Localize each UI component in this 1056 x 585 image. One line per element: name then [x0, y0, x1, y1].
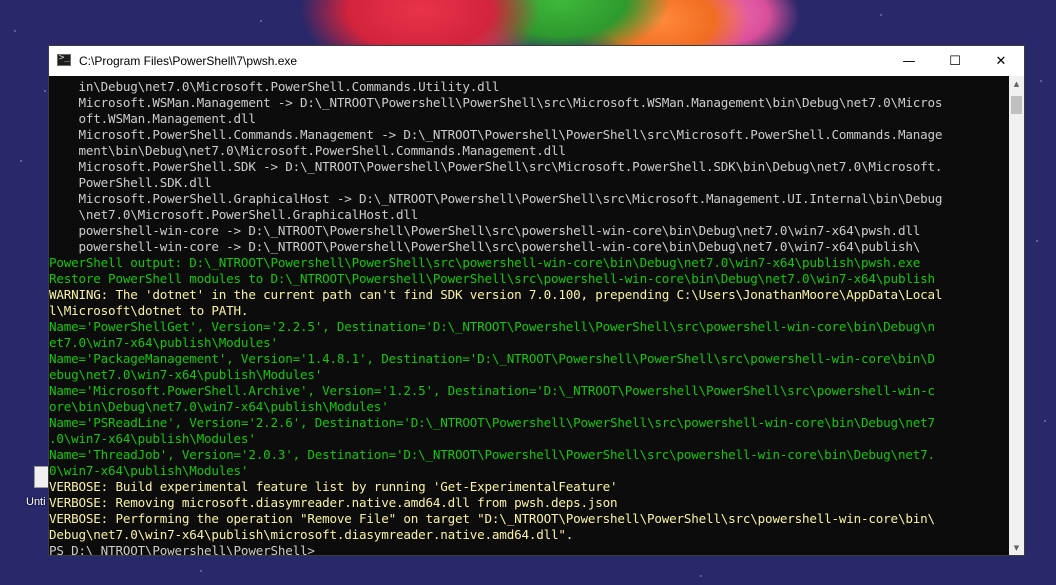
console-line: Debug\net7.0\win7-x64\publish\microsoft.…: [49, 527, 574, 542]
console-line: Microsoft.PowerShell.GraphicalHost -> D:…: [49, 191, 943, 206]
console-line: ore\bin\Debug\net7.0\win7-x64\publish\Mo…: [49, 399, 389, 414]
triangle-up-icon: ▲: [1013, 79, 1020, 88]
wallpaper-dot: [880, 14, 882, 16]
minimize-icon: —: [902, 53, 916, 69]
close-button[interactable]: ✕: [978, 46, 1024, 76]
console-line: VERBOSE: Removing microsoft.diasymreader…: [49, 495, 618, 510]
console-line: Microsoft.PowerShell.SDK -> D:\_NTROOT\P…: [49, 159, 943, 174]
maximize-icon: ☐: [949, 53, 961, 69]
console-line: et7.0\win7-x64\publish\Modules': [49, 335, 278, 350]
console-line: Name='PSReadLine', Version='2.2.6', Dest…: [49, 415, 935, 430]
wallpaper-dot: [1040, 80, 1042, 82]
console-line: Microsoft.WSMan.Management -> D:\_NTROOT…: [49, 95, 943, 110]
scroll-down-button[interactable]: ▼: [1009, 540, 1024, 555]
vertical-scrollbar[interactable]: ▲ ▼: [1009, 76, 1024, 555]
maximize-button[interactable]: ☐: [932, 46, 978, 76]
wallpaper-dot: [200, 570, 202, 572]
terminal-window[interactable]: >_ C:\Program Files\PowerShell\7\pwsh.ex…: [48, 45, 1025, 556]
wallpaper-dot: [20, 160, 22, 162]
console-line: .0\win7-x64\publish\Modules': [49, 431, 256, 446]
console-line: VERBOSE: Build experimental feature list…: [49, 479, 618, 494]
powershell-icon[interactable]: >_: [57, 53, 71, 66]
wallpaper-dot: [44, 90, 46, 92]
console-line: l\Microsoft\dotnet to PATH.: [49, 303, 249, 318]
console-line: \net7.0\Microsoft.PowerShell.GraphicalHo…: [49, 207, 419, 222]
powershell-icon-glyph: >_: [59, 53, 70, 63]
console-line: Microsoft.PowerShell.Commands.Management…: [49, 127, 943, 142]
console-line: in\Debug\net7.0\Microsoft.PowerShell.Com…: [49, 79, 500, 94]
triangle-down-icon: ▼: [1013, 543, 1020, 552]
window-title: C:\Program Files\PowerShell\7\pwsh.exe: [79, 54, 298, 68]
close-icon: ✕: [995, 53, 1007, 69]
console-line: oft.WSMan.Management.dll: [49, 111, 256, 126]
console-line: Name='PowerShellGet', Version='2.2.5', D…: [49, 319, 935, 334]
wallpaper-dot: [14, 30, 16, 32]
console-line: Name='PackageManagement', Version='1.4.8…: [49, 351, 935, 366]
wallpaper-dot: [700, 575, 702, 577]
console-line: VERBOSE: Performing the operation "Remov…: [49, 511, 935, 526]
console-line: WARNING: The 'dotnet' in the current pat…: [49, 287, 943, 302]
scroll-up-button[interactable]: ▲: [1009, 76, 1024, 91]
wallpaper-dot: [1036, 240, 1038, 242]
console-line: powershell-win-core -> D:\_NTROOT\Powers…: [49, 223, 921, 238]
console-line: Restore PowerShell modules to D:\_NTROOT…: [49, 271, 935, 286]
console-line: ment\bin\Debug\net7.0\Microsoft.PowerShe…: [49, 143, 566, 158]
console-line: PS D:\_NTROOT\Powershell\PowerShell>: [49, 543, 315, 555]
console-line: Name='Microsoft.PowerShell.Archive', Ver…: [49, 383, 935, 398]
wallpaper-dot: [260, 20, 262, 22]
console-line: Name='ThreadJob', Version='2.0.3', Desti…: [49, 447, 935, 462]
console-line: PowerShell.SDK.dll: [49, 175, 212, 190]
scrollbar-thumb[interactable]: [1011, 96, 1022, 114]
console-output[interactable]: in\Debug\net7.0\Microsoft.PowerShell.Com…: [49, 79, 1009, 555]
console-line: ebug\net7.0\win7-x64\publish\Modules': [49, 367, 323, 382]
console-line: 0\win7-x64\publish\Modules': [49, 463, 249, 478]
console-line: PowerShell output: D:\_NTROOT\Powershell…: [49, 255, 921, 270]
console-line: powershell-win-core -> D:\_NTROOT\Powers…: [49, 239, 921, 254]
minimize-button[interactable]: —: [886, 46, 932, 76]
wallpaper-dot: [1044, 420, 1046, 422]
title-bar[interactable]: >_ C:\Program Files\PowerShell\7\pwsh.ex…: [49, 46, 1024, 76]
